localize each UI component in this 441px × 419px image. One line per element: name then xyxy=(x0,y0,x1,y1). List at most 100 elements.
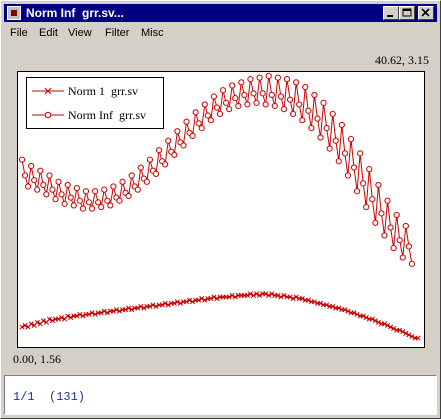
circle-marker xyxy=(110,183,117,190)
title-bar[interactable]: Norm Inf grr.sv... xyxy=(4,4,437,22)
circle-marker xyxy=(171,151,178,159)
app-window: Norm Inf grr.sv... File Edit View Filter… xyxy=(0,0,441,419)
circle-marker xyxy=(116,197,123,204)
circle-marker xyxy=(134,186,141,193)
circle-marker xyxy=(128,172,135,179)
menu-file[interactable]: File xyxy=(10,26,28,40)
circle-marker xyxy=(67,194,74,201)
status-panel: 1/1 (131) xyxy=(4,375,437,415)
circle-marker-icon xyxy=(32,111,64,119)
circle-marker xyxy=(280,106,288,113)
circle-marker xyxy=(387,224,394,231)
circle-marker xyxy=(101,186,108,193)
circle-marker xyxy=(274,74,281,81)
circle-marker xyxy=(104,197,111,204)
circle-marker xyxy=(204,112,211,119)
circle-marker xyxy=(213,104,221,111)
circle-marker xyxy=(201,101,208,108)
circle-marker xyxy=(18,156,26,163)
plot-area[interactable]: Norm 1 grr.sv Norm Inf grr.sv xyxy=(17,71,425,348)
circle-marker xyxy=(250,90,257,97)
circle-marker xyxy=(396,237,403,244)
circle-marker xyxy=(73,184,80,192)
circle-marker xyxy=(353,188,361,195)
minimize-icon xyxy=(387,15,393,17)
circle-marker xyxy=(226,106,233,113)
circle-marker xyxy=(360,180,367,187)
menu-edit[interactable]: Edit xyxy=(39,26,58,40)
circle-marker xyxy=(79,205,87,212)
circle-marker xyxy=(189,132,196,140)
window-title: Norm Inf grr.sv... xyxy=(26,6,124,20)
circle-marker xyxy=(326,145,333,152)
status-text: 1/1 (131) xyxy=(13,390,86,404)
circle-marker xyxy=(372,219,379,226)
circle-marker xyxy=(232,95,239,102)
circle-marker xyxy=(37,167,44,174)
circle-marker xyxy=(238,79,245,86)
circle-marker xyxy=(378,210,385,217)
circle-marker xyxy=(85,199,93,206)
menu-misc[interactable]: Misc xyxy=(141,26,164,40)
circle-marker xyxy=(174,128,181,135)
circle-marker xyxy=(308,124,315,132)
circle-marker xyxy=(369,196,376,203)
circle-marker xyxy=(305,107,312,114)
circle-marker xyxy=(265,72,272,80)
circle-marker xyxy=(24,183,32,190)
menu-filter[interactable]: Filter xyxy=(105,26,129,40)
circle-marker xyxy=(76,197,83,204)
circle-marker xyxy=(259,90,266,97)
circle-marker xyxy=(323,124,330,132)
circle-marker xyxy=(70,202,77,209)
circle-marker xyxy=(21,172,29,179)
circle-marker xyxy=(293,79,300,86)
circle-marker xyxy=(262,101,269,108)
circle-marker xyxy=(146,156,154,163)
circle-marker xyxy=(408,260,416,267)
close-button[interactable] xyxy=(418,6,434,20)
circle-marker xyxy=(296,101,303,108)
circle-marker xyxy=(286,96,294,103)
circle-marker xyxy=(338,121,345,129)
circle-marker xyxy=(363,203,370,211)
circle-marker xyxy=(43,191,50,198)
circle-marker xyxy=(384,197,391,204)
legend: Norm 1 grr.sv Norm Inf grr.sv xyxy=(26,77,164,129)
app-icon[interactable] xyxy=(7,6,21,20)
circle-marker xyxy=(64,181,71,189)
circle-marker xyxy=(277,93,285,100)
circle-marker xyxy=(268,91,275,99)
circle-marker xyxy=(375,181,382,189)
maximize-icon xyxy=(402,8,412,17)
circle-marker xyxy=(92,188,99,195)
circle-marker xyxy=(357,150,364,157)
circle-marker xyxy=(341,150,348,157)
circle-marker xyxy=(46,172,53,179)
circle-marker xyxy=(40,181,47,189)
menu-bar: File Edit View Filter Misc xyxy=(4,24,437,42)
legend-item-norm1: Norm 1 grr.sv xyxy=(31,83,161,99)
circle-marker xyxy=(299,117,306,124)
circle-marker xyxy=(241,91,248,99)
circle-marker xyxy=(28,162,35,170)
circle-marker xyxy=(399,254,406,261)
circle-marker xyxy=(49,186,56,193)
circle-marker xyxy=(82,188,90,195)
circle-marker xyxy=(320,99,327,106)
circle-marker xyxy=(137,164,144,171)
circle-marker xyxy=(253,99,260,106)
circle-marker xyxy=(88,205,96,212)
menu-view[interactable]: View xyxy=(68,26,92,40)
circle-marker xyxy=(192,109,199,116)
circle-marker xyxy=(381,232,388,239)
circle-marker xyxy=(125,192,132,200)
circle-marker xyxy=(335,158,342,165)
circle-marker xyxy=(290,110,297,117)
minimize-button[interactable] xyxy=(383,6,399,20)
circle-marker xyxy=(402,222,409,230)
circle-marker xyxy=(329,110,336,117)
maximize-button[interactable] xyxy=(399,6,415,20)
circle-marker xyxy=(152,170,160,177)
circle-marker xyxy=(198,124,205,132)
